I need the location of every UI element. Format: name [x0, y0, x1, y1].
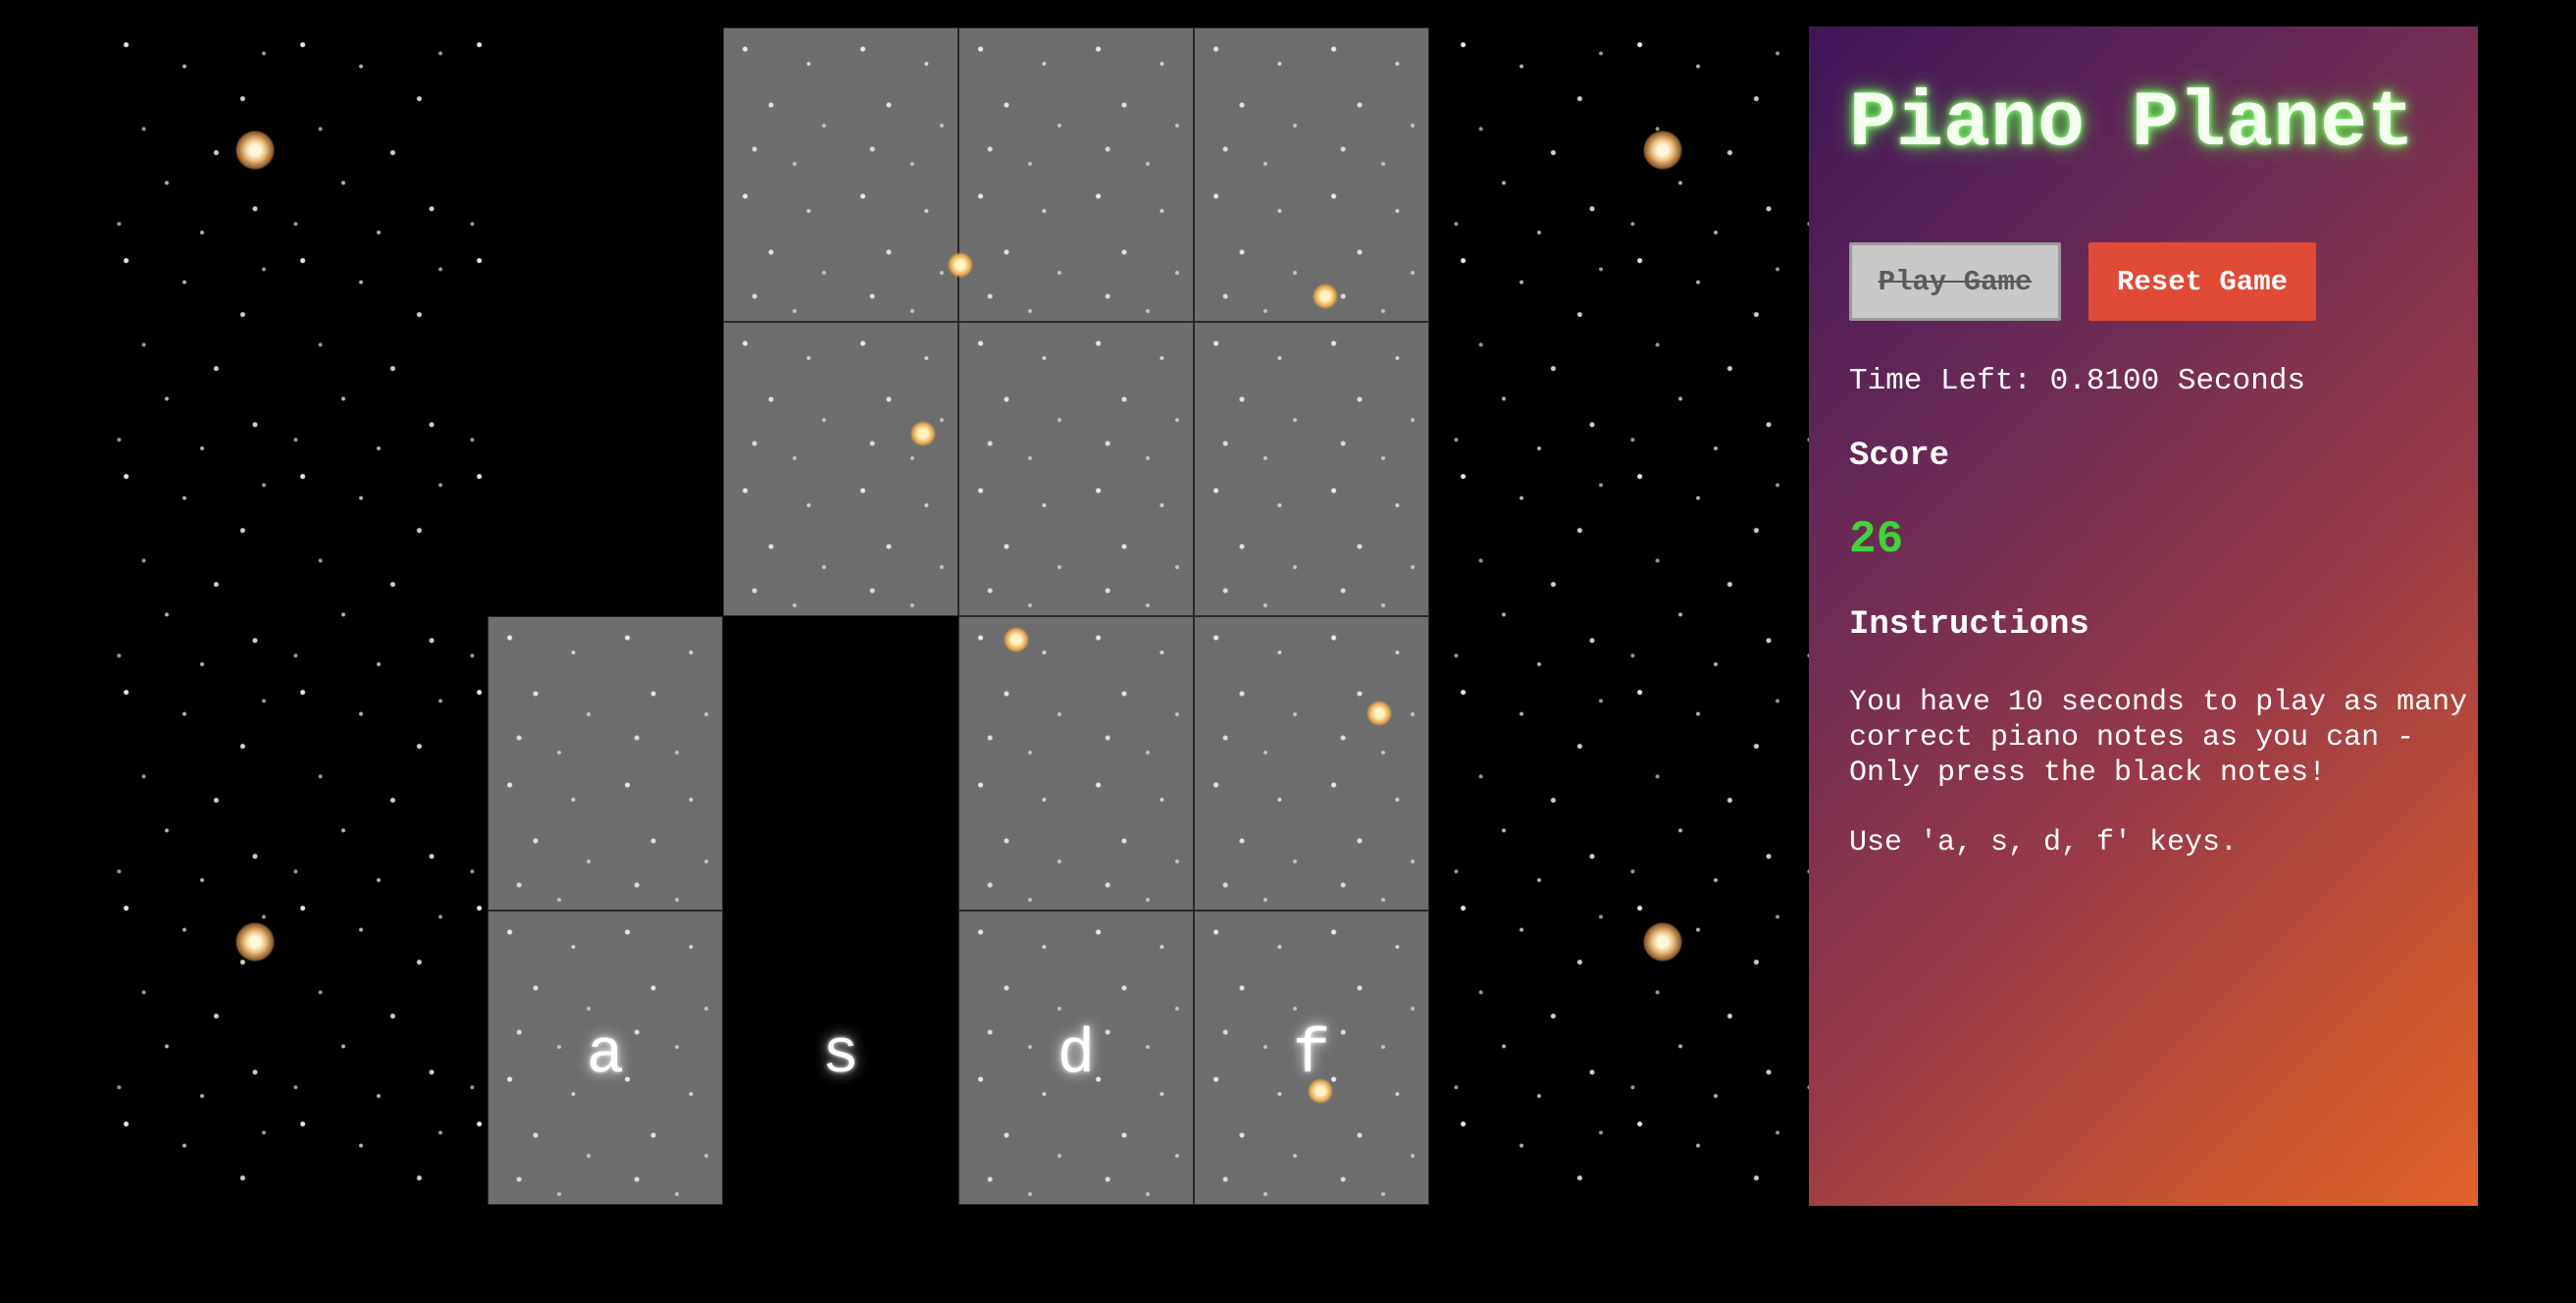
- piano-tile-black[interactable]: [488, 322, 723, 616]
- piano-tile[interactable]: [1194, 322, 1429, 616]
- piano-tile-black[interactable]: [723, 616, 958, 911]
- instructions-heading: Instructions: [1849, 606, 2089, 644]
- piano-tile[interactable]: [1194, 27, 1429, 322]
- galaxy-icon: [1643, 130, 1682, 170]
- star-icon: [948, 252, 973, 278]
- space-background-left: [105, 27, 488, 1205]
- piano-tile-key-d[interactable]: d: [958, 911, 1194, 1205]
- piano-tile-key-s[interactable]: s: [723, 911, 958, 1205]
- game-stage: a s d f Piano Planet Play Game Reset Gam…: [0, 0, 2576, 1303]
- score-heading: Score: [1849, 438, 1950, 475]
- game-title: Piano Planet: [1849, 79, 2415, 169]
- time-left-readout: Time Left: 0.8100 Seconds: [1849, 364, 2306, 398]
- galaxy-icon: [235, 130, 275, 170]
- star-icon: [910, 421, 936, 446]
- galaxy-icon: [1643, 922, 1682, 962]
- side-panel: Piano Planet Play Game Reset Game Time L…: [1809, 26, 2478, 1206]
- piano-tile[interactable]: [958, 322, 1194, 616]
- piano-board: a s d f: [488, 27, 1429, 1205]
- piano-tile[interactable]: [723, 27, 958, 322]
- galaxy-icon: [235, 922, 275, 962]
- key-label-a: a: [586, 1020, 625, 1091]
- key-label-d: d: [1056, 1020, 1096, 1091]
- score-value: 26: [1849, 514, 1904, 565]
- star-icon: [1313, 284, 1338, 309]
- star-icon: [1004, 627, 1029, 652]
- piano-tile-key-a[interactable]: a: [488, 911, 723, 1205]
- keys-hint: Use 'a, s, d, f' keys.: [1849, 826, 2239, 860]
- key-label-s: s: [821, 1020, 860, 1091]
- piano-tile[interactable]: [1194, 616, 1429, 911]
- play-game-button[interactable]: Play Game: [1849, 242, 2061, 321]
- piano-tile-key-f[interactable]: f: [1194, 911, 1429, 1205]
- reset-game-button[interactable]: Reset Game: [2088, 242, 2316, 321]
- space-background-right: [1442, 27, 1810, 1205]
- piano-tile[interactable]: [723, 322, 958, 616]
- instructions-text: You have 10 seconds to play as many corr…: [1849, 686, 2468, 790]
- piano-tile[interactable]: [488, 616, 723, 911]
- star-icon: [1366, 701, 1392, 726]
- piano-tile[interactable]: [958, 616, 1194, 911]
- piano-tile[interactable]: [948, 27, 1194, 322]
- button-row: Play Game Reset Game: [1849, 242, 2478, 321]
- piano-tile-black[interactable]: [488, 27, 723, 322]
- star-icon: [1308, 1078, 1333, 1104]
